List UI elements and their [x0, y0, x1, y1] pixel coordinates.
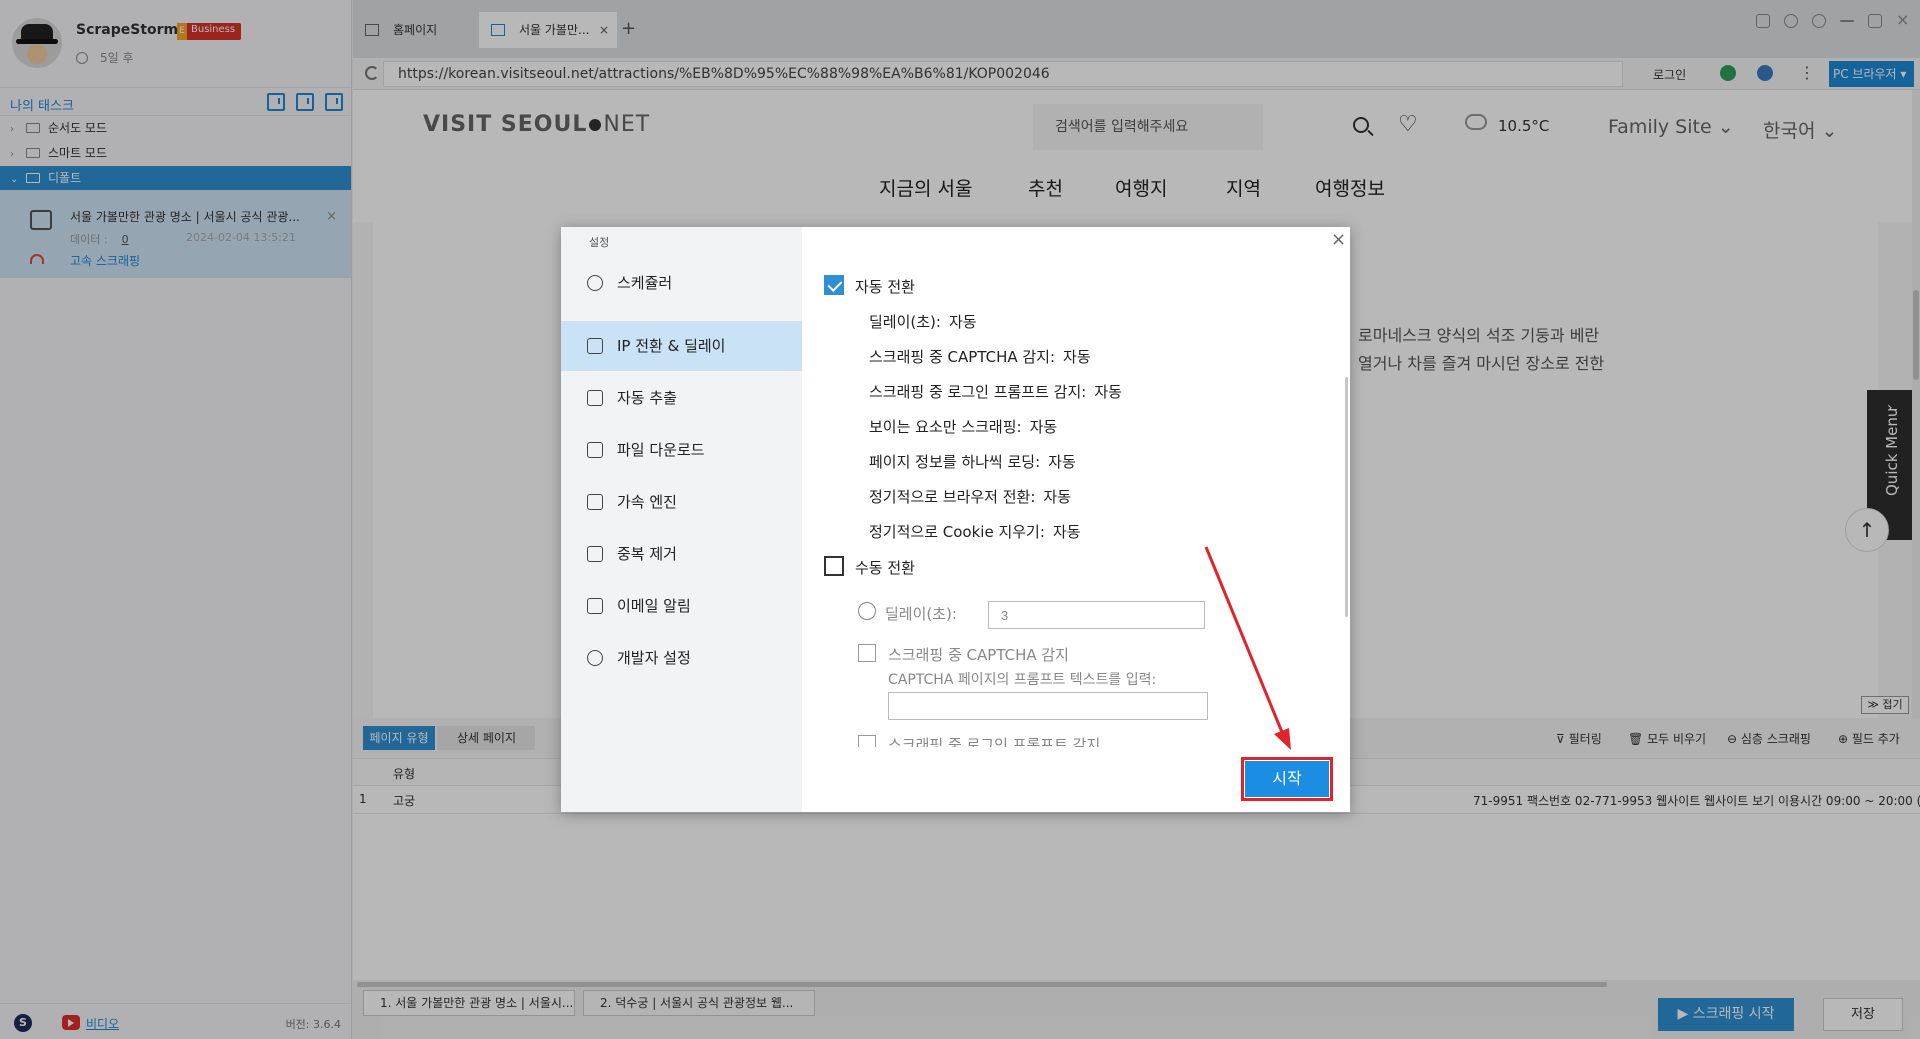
setting-browser-switch: 정기적으로 브라우저 전환: 자동 — [869, 488, 1072, 506]
captcha-checkbox[interactable] — [858, 644, 876, 662]
menu-email-alert[interactable]: 이메일 알림 — [561, 581, 802, 631]
auto-switch-label: 자동 전환 — [855, 278, 915, 296]
chart-icon — [587, 494, 603, 510]
export-icon — [587, 390, 603, 406]
modal-start-button[interactable]: 시작 — [1241, 757, 1333, 801]
setting-captcha: 스크래핑 중 CAPTCHA 감지: 자동 — [869, 348, 1091, 366]
mail-icon — [587, 598, 603, 614]
auto-switch-checkbox[interactable] — [824, 275, 844, 295]
settings-modal: 설정 스케쥴러 IP 전환 & 딜레이 자동 추출 파일 다운로드 가속 엔진 … — [561, 227, 1350, 812]
ip-switch-icon — [587, 338, 603, 354]
menu-developer[interactable]: 개발자 설정 — [561, 633, 802, 683]
captcha-prompt-label: CAPTCHA 페이지의 프롬프트 텍스트를 입력: — [888, 672, 1157, 688]
menu-scheduler[interactable]: 스케쥴러 — [561, 258, 802, 308]
gear-icon — [587, 650, 603, 666]
setting-visible-only: 보이는 요소만 스크래핑: 자동 — [869, 418, 1058, 436]
login-prompt-checkbox[interactable] — [858, 735, 876, 747]
setting-lazy-load: 페이지 정보를 하나씩 로딩: 자동 — [869, 453, 1076, 471]
menu-ip-delay[interactable]: IP 전환 & 딜레이 — [561, 321, 802, 371]
modal-title: 설정 — [589, 236, 610, 249]
alarm-clock-icon — [587, 275, 603, 291]
settings-menu: 설정 스케쥴러 IP 전환 & 딜레이 자동 추출 파일 다운로드 가속 엔진 … — [561, 227, 802, 812]
setting-clear-cookie: 정기적으로 Cookie 지우기: 자동 — [869, 523, 1081, 541]
manual-delay-input[interactable] — [988, 601, 1205, 629]
menu-file-download[interactable]: 파일 다운로드 — [561, 425, 802, 475]
menu-dedup[interactable]: 중복 제거 — [561, 529, 802, 579]
manual-switch-label: 수동 전환 — [855, 559, 915, 577]
captcha-label: 스크래핑 중 CAPTCHA 감지 — [888, 646, 1069, 664]
settings-scrollbar[interactable] — [1345, 377, 1348, 617]
setting-delay: 딜레이(초): 자동 — [869, 313, 977, 331]
setting-login-prompt: 스크래핑 중 로그인 프롬프트 감지: 자동 — [869, 383, 1122, 401]
menu-auto-export[interactable]: 자동 추출 — [561, 373, 802, 423]
clock-icon — [858, 602, 876, 620]
settings-content: 자동 전환 딜레이(초): 자동 스크래핑 중 CAPTCHA 감지: 자동 스크래… — [802, 227, 1350, 747]
captcha-prompt-input[interactable] — [888, 692, 1208, 720]
menu-acceleration[interactable]: 가속 엔진 — [561, 477, 802, 527]
manual-delay-label: 딜레이(초): — [885, 605, 957, 623]
dedup-icon — [587, 546, 603, 562]
manual-switch-checkbox[interactable] — [824, 556, 844, 576]
login-prompt-label: 스크래핑 중 로그인 프롬프트 감지 — [888, 736, 1101, 747]
file-download-icon — [587, 442, 603, 458]
